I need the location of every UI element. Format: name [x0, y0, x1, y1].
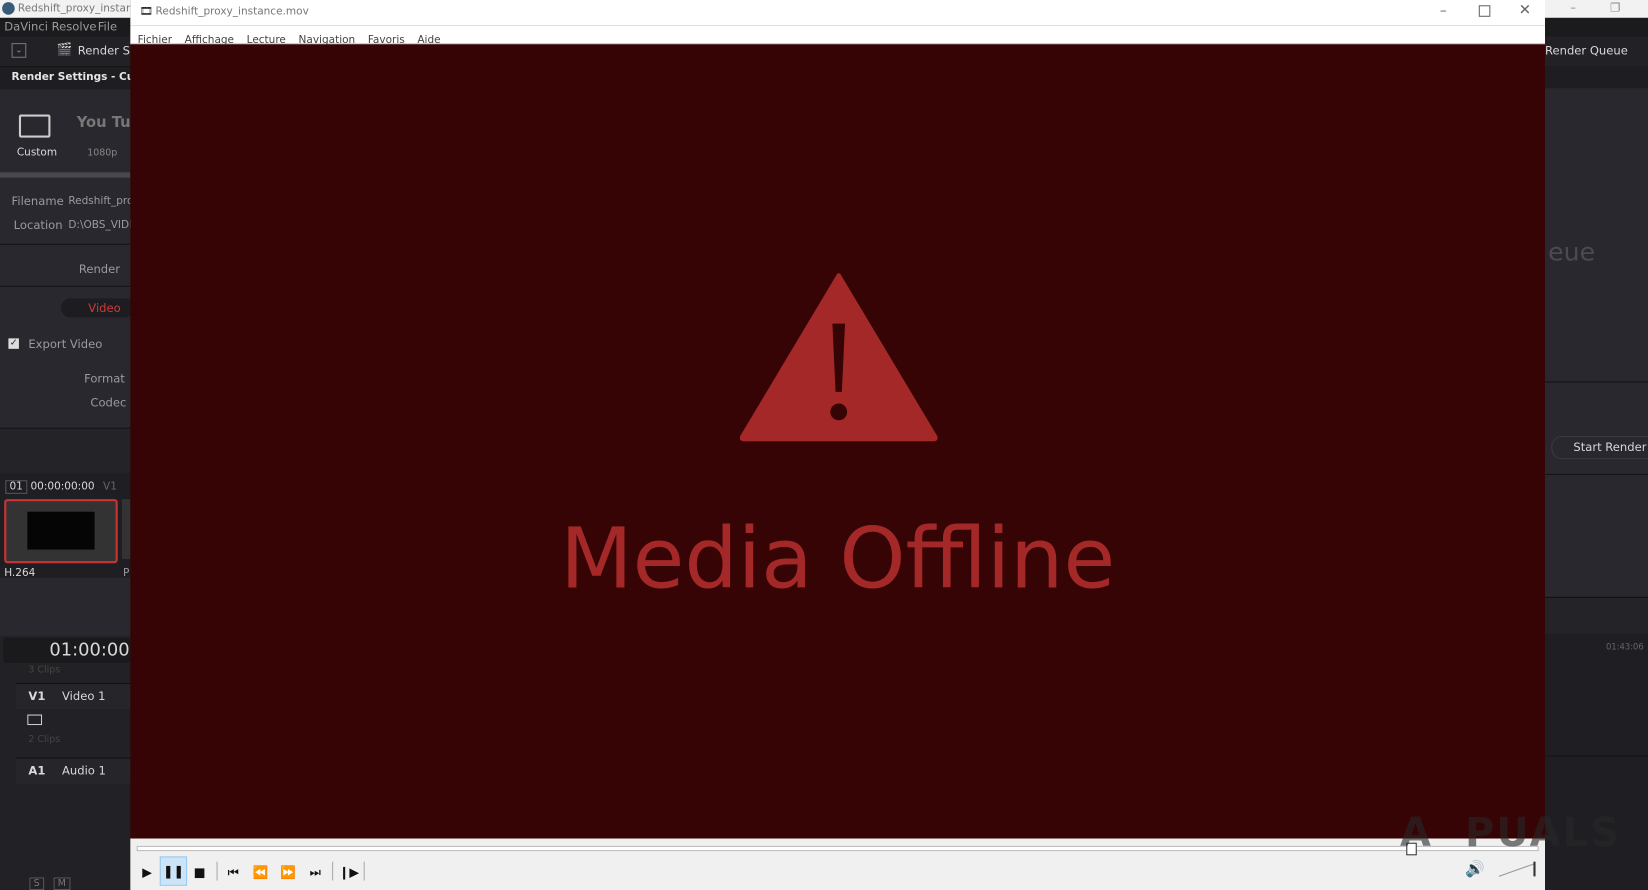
export-video-label: Export Video: [28, 337, 103, 351]
menu-lecture[interactable]: Lecture: [247, 35, 286, 47]
preset-custom[interactable]: Custom: [17, 147, 57, 159]
davinci-window-title: Redshift_proxy_instance: [17, 3, 145, 15]
render-settings-panel: Custom You Tube 1080p Filename Redshift_…: [0, 89, 151, 890]
volume-icon[interactable]: 🔊: [1465, 860, 1485, 879]
davinci-logo-icon: [2, 2, 15, 15]
minimize-icon[interactable]: –: [1570, 1, 1576, 15]
warning-icon: [739, 273, 938, 442]
render-settings-header: Render Settings - Custo: [0, 67, 153, 90]
timeline-panel: 01:00:00:0 3 Clips V1 Video 1 2 Clips A1…: [0, 635, 147, 890]
player-window-title: Redshift_proxy_instance.mov: [155, 6, 309, 18]
track-v1-header[interactable]: V1 Video 1: [15, 683, 131, 710]
menu-fichier[interactable]: Fichier: [138, 35, 172, 47]
render-queue-panel: eue Start Render 01:43:06: [1544, 66, 1648, 890]
menu-navigation[interactable]: Navigation: [299, 35, 356, 47]
tab-video[interactable]: Video: [60, 298, 135, 318]
queue-empty-text: eue: [1548, 237, 1596, 267]
stop-button[interactable]: ■: [187, 858, 212, 885]
appuals-watermark: A PUALS: [1399, 809, 1622, 856]
player-titlebar: 🎞 Redshift_proxy_instance.mov – ✕: [130, 0, 1545, 26]
filename-label: Filename: [11, 194, 64, 209]
export-video-checkbox[interactable]: ✓: [8, 338, 19, 349]
clip-codec: H.264: [4, 567, 36, 579]
menu-favoris[interactable]: Favoris: [368, 35, 405, 47]
render-queue-clips: 01 00:00:00:00 V1 H.264 P: [0, 472, 131, 579]
restore-icon[interactable]: ❐: [1610, 1, 1620, 15]
render-label: Render: [78, 262, 120, 277]
menu-file[interactable]: File: [98, 20, 117, 34]
clip-timecode: 00:00:00:00: [30, 481, 95, 493]
volume-slider[interactable]: [1498, 860, 1537, 879]
chevron-down-icon[interactable]: ⌄: [11, 43, 27, 58]
clapper-icon: 🎬: [56, 42, 73, 57]
start-render-button[interactable]: Start Render: [1551, 436, 1648, 460]
frame-step-button[interactable]: ❙▶: [336, 858, 361, 885]
render-queue-button[interactable]: Render Queue: [1545, 44, 1628, 58]
codec-label: Codec: [90, 396, 127, 410]
filename-field[interactable]: Redshift_pro: [68, 195, 133, 207]
media-offline-message: Media Offline: [560, 509, 1116, 608]
minimize-button[interactable]: –: [1440, 3, 1447, 19]
format-label: Format: [84, 371, 125, 386]
desktop: Redshift_proxy_instance – ❐ DaVinci Reso…: [0, 0, 1648, 890]
track-a1-header[interactable]: A1 Audio 1: [15, 757, 131, 784]
menu-affichage[interactable]: Affichage: [185, 35, 234, 47]
location-field[interactable]: D:\OBS_VIDI: [68, 220, 132, 232]
close-button[interactable]: ✕: [1519, 2, 1531, 19]
maximize-button[interactable]: [1478, 5, 1491, 17]
solo-button[interactable]: S: [29, 877, 44, 890]
seek-bar[interactable]: [136, 845, 1539, 852]
player-app-icon: 🎞: [139, 6, 154, 18]
menu-davinci-resolve[interactable]: DaVinci Resolve: [4, 20, 96, 34]
clip-index: 01: [5, 480, 28, 494]
render-settings-button[interactable]: Render Se: [78, 44, 137, 58]
preset-scrollbar[interactable]: [0, 172, 131, 178]
location-label: Location: [13, 218, 63, 233]
rewind-button[interactable]: ⏪: [248, 858, 273, 885]
clip-thumbnail[interactable]: [4, 499, 118, 564]
film-icon[interactable]: [18, 114, 51, 138]
film-icon: [27, 714, 43, 726]
mute-button[interactable]: M: [53, 877, 71, 890]
preset-1080p[interactable]: 1080p: [87, 148, 117, 159]
fast-forward-button[interactable]: ⏩: [275, 858, 300, 885]
clip-track: V1: [102, 481, 117, 493]
previous-button[interactable]: ⏮: [221, 858, 246, 885]
media-player-window: 🎞 Redshift_proxy_instance.mov – ✕ Fichie…: [130, 0, 1545, 890]
next-button[interactable]: ⏭: [303, 858, 328, 885]
play-button[interactable]: ▶: [135, 858, 160, 885]
player-menubar: Fichier Affichage Lecture Navigation Favoris…: [130, 25, 1545, 47]
pause-button[interactable]: ❚❚: [159, 856, 188, 886]
menu-aide[interactable]: Aide: [417, 35, 440, 47]
